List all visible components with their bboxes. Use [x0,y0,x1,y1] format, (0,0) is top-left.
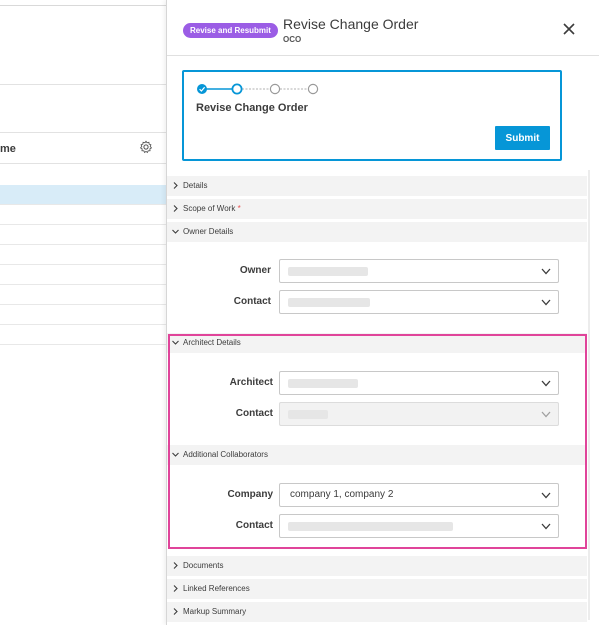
section-additional-collaborators[interactable]: Additional Collaborators [167,445,587,465]
redacted-value [288,267,368,276]
chevron-down-icon [541,299,551,306]
gear-icon[interactable] [139,140,153,154]
chevron-down-icon [541,380,551,387]
section-label: Owner Details [183,227,234,236]
chevron-down-icon [172,229,179,234]
divider [0,5,166,6]
section-architect-details[interactable]: Architect Details [167,333,587,353]
change-order-panel: Revise and Resubmit Revise Change Order … [166,0,599,625]
owner-contact-select[interactable] [279,290,559,314]
section-linked-references[interactable]: Linked References [167,579,587,599]
workflow-steps [197,83,319,95]
submit-button[interactable]: Submit [495,126,550,150]
collaborator-contact-label: Contact [235,520,273,531]
table-row[interactable] [0,265,166,285]
company-value: company 1, company 2 [290,489,394,500]
architect-contact-label: Contact [235,408,273,419]
collaborator-contact-select[interactable] [279,514,559,538]
step-complete-icon [197,84,207,94]
workflow-title: Revise Change Order [196,102,308,114]
architect-contact-select [279,402,559,426]
divider [0,84,166,85]
panel-header: Revise and Resubmit Revise Change Order … [167,0,599,56]
table-row[interactable] [0,185,166,205]
chevron-down-icon [172,340,179,345]
architect-label: Architect [229,377,273,388]
required-indicator: * [237,204,241,213]
chevron-down-icon [541,492,551,499]
chevron-down-icon [172,452,179,457]
section-label: Architect Details [183,338,241,347]
column-header-name[interactable]: me [0,143,16,155]
owner-contact-label: Contact [233,296,271,307]
owner-select[interactable] [279,259,559,283]
section-label: Additional Collaborators [183,450,268,459]
section-owner-details[interactable]: Owner Details [167,222,587,242]
step-pending-icon [307,83,319,95]
table-row[interactable] [0,225,166,245]
chevron-down-icon [541,268,551,275]
panel-title: Revise Change Order [283,16,419,32]
table-row[interactable] [0,305,166,325]
chevron-right-icon [173,608,178,615]
background-list: me [0,0,166,625]
close-icon[interactable] [562,22,576,36]
step-current-icon [231,83,243,95]
redacted-value [288,522,453,531]
section-documents[interactable]: Documents [167,556,587,576]
chevron-right-icon [173,205,178,212]
section-label: Documents [183,561,224,570]
table-row[interactable] [0,325,166,345]
chevron-down-icon [541,523,551,530]
section-label: Markup Summary [183,607,247,616]
redacted-value [288,298,370,307]
architect-select[interactable] [279,371,559,395]
list-header: me [0,132,166,164]
redacted-value [288,379,358,388]
chevron-right-icon [173,182,178,189]
company-select[interactable]: company 1, company 2 [279,483,559,507]
chevron-right-icon [173,585,178,592]
company-label: Company [227,489,273,500]
redacted-value [288,410,328,419]
section-label: Linked References [183,584,250,593]
section-label: Scope of Work [183,204,236,213]
step-pending-icon [269,83,281,95]
chevron-down-icon [541,411,551,418]
workflow-box: Revise Change Order Submit [182,70,562,161]
section-details[interactable]: Details [167,176,587,196]
panel-subtitle: OCO [283,35,302,44]
section-scope-of-work[interactable]: Scope of Work * [167,199,587,219]
section-markup-summary[interactable]: Markup Summary [167,602,587,622]
section-label: Details [183,181,208,190]
owner-label: Owner [239,265,271,276]
panel-scrollbar[interactable] [588,170,590,620]
status-badge: Revise and Resubmit [183,23,278,38]
table-row[interactable] [0,285,166,305]
table-row[interactable] [0,245,166,265]
chevron-right-icon [173,562,178,569]
table-row[interactable] [0,205,166,225]
